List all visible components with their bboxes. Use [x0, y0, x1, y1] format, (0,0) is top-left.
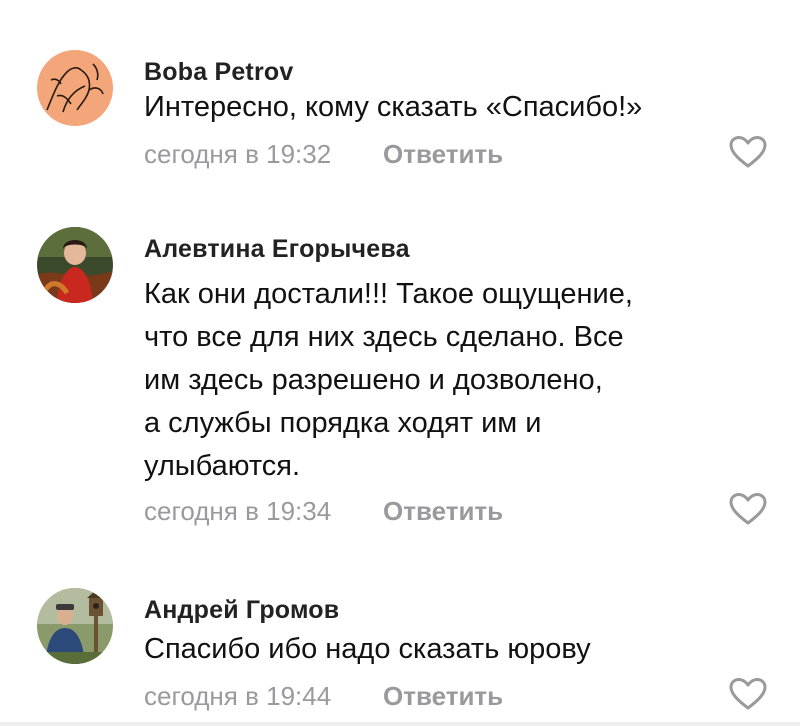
comment-line: Интересно, кому сказать «Спасибо!» [144, 91, 643, 123]
like-button[interactable] [728, 492, 768, 526]
comment-timestamp: сегодня в 19:32 [144, 139, 332, 169]
reply-button[interactable]: Ответить [383, 681, 503, 712]
comment-text: Спасибо ибо надо сказать юрову [144, 628, 744, 671]
comment-line: Как они достали!!! Такое ощущение, [144, 278, 633, 310]
author-name[interactable]: Boba Petrov [144, 58, 293, 87]
heart-outline-icon [729, 493, 767, 525]
author-name[interactable]: Андрей Громов [144, 596, 339, 625]
comment-line: Спасибо ибо надо сказать юрову [144, 633, 591, 665]
comment-line: а службы порядка ходят им и [144, 407, 542, 439]
sketch-avatar-icon [37, 50, 113, 126]
comment-timestamp: сегодня в 19:44 [144, 681, 332, 711]
comment-text: Интересно, кому сказать «Спасибо!» [144, 86, 744, 129]
comment-line: улыбаются. [144, 450, 301, 482]
avatar[interactable] [37, 588, 113, 664]
reply-button[interactable]: Ответить [383, 496, 503, 527]
avatar[interactable] [37, 227, 113, 303]
author-name[interactable]: Алевтина Егорычева [144, 235, 410, 264]
like-button[interactable] [728, 677, 768, 711]
heart-outline-icon [729, 678, 767, 710]
comment-timestamp: сегодня в 19:34 [144, 496, 332, 526]
like-button[interactable] [728, 135, 768, 169]
comment-line: что все для них здесь сделано. Все [144, 321, 624, 353]
reply-button[interactable]: Ответить [383, 139, 503, 170]
photo-avatar-icon [37, 588, 113, 664]
heart-outline-icon [729, 136, 767, 168]
photo-avatar-icon [37, 227, 113, 303]
avatar[interactable] [37, 50, 113, 126]
comment-line: им здесь разрешено и дозволено, [144, 364, 603, 396]
divider [0, 722, 800, 726]
comment-text: Как они достали!!! Такое ощущение, что в… [144, 273, 744, 488]
